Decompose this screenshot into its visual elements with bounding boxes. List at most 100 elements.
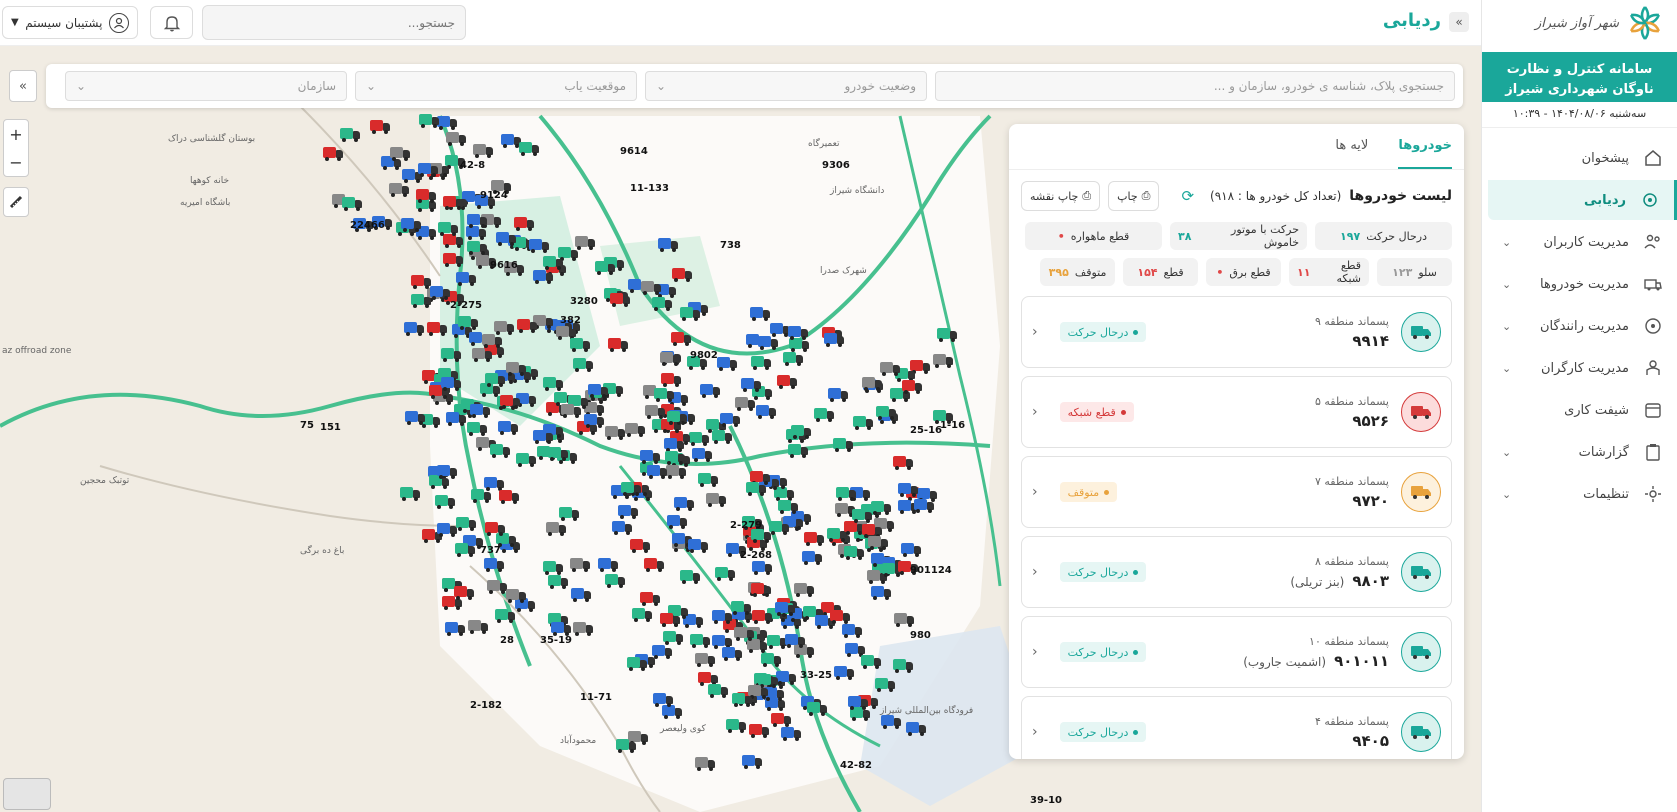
truck-marker[interactable]	[769, 521, 789, 535]
collapse-filter-button[interactable]: «	[9, 70, 37, 102]
truck-marker[interactable]	[747, 639, 767, 653]
truck-marker[interactable]	[734, 627, 754, 641]
truck-marker[interactable]	[401, 218, 421, 232]
truck-marker[interactable]	[487, 580, 507, 594]
truck-marker[interactable]	[871, 501, 891, 515]
vehicle-card[interactable]: پسماند منطقه ۴ ۹۴۰۵ درحال حرکت ‹	[1021, 696, 1452, 759]
truck-marker[interactable]	[443, 196, 463, 210]
truck-marker[interactable]	[751, 356, 771, 370]
truck-marker[interactable]	[501, 134, 521, 148]
truck-marker[interactable]	[804, 532, 824, 546]
truck-marker[interactable]	[632, 608, 652, 622]
chevron-left-icon[interactable]: ‹	[1032, 404, 1038, 420]
truck-marker[interactable]	[732, 693, 752, 707]
truck-marker[interactable]	[514, 217, 534, 231]
truck-marker[interactable]	[430, 286, 450, 300]
vehicle-card[interactable]: پسماند منطقه ۹ ۹۹۱۴ درحال حرکت ‹	[1021, 296, 1452, 368]
truck-marker[interactable]	[548, 447, 568, 461]
truck-marker[interactable]	[498, 421, 518, 435]
truck-marker[interactable]	[660, 352, 680, 366]
truck-marker[interactable]	[802, 551, 822, 565]
chevron-left-icon[interactable]: ‹	[1032, 724, 1038, 740]
truck-marker[interactable]	[695, 653, 715, 667]
truck-marker[interactable]	[914, 499, 934, 513]
truck-marker[interactable]	[834, 666, 854, 680]
truck-marker[interactable]	[875, 678, 895, 692]
status-chip[interactable]: قطع ۱۵۴	[1123, 258, 1198, 286]
truck-marker[interactable]	[494, 321, 514, 335]
truck-marker[interactable]	[519, 142, 539, 156]
truck-marker[interactable]	[842, 624, 862, 638]
truck-marker[interactable]	[533, 270, 553, 284]
truck-marker[interactable]	[454, 586, 474, 600]
truck-marker[interactable]	[761, 653, 781, 667]
truck-marker[interactable]	[791, 425, 811, 439]
chevron-left-icon[interactable]: ‹	[1032, 564, 1038, 580]
truck-marker[interactable]	[690, 634, 710, 648]
truck-marker[interactable]	[749, 724, 769, 738]
vehicle-card[interactable]: پسماند منطقه ۱۰ ۹۰۱۰۱۱ (اشمیت جاروب) درحال …	[1021, 616, 1452, 688]
truck-marker[interactable]	[455, 543, 475, 557]
truck-marker[interactable]	[778, 500, 798, 514]
truck-marker[interactable]	[630, 539, 650, 553]
truck-marker[interactable]	[570, 558, 590, 572]
truck-marker[interactable]	[660, 613, 680, 627]
zoom-in-button[interactable]: +	[3, 120, 29, 148]
minimap[interactable]	[3, 778, 51, 810]
truck-marker[interactable]	[571, 588, 591, 602]
truck-marker[interactable]	[458, 316, 478, 330]
truck-marker[interactable]	[499, 490, 519, 504]
truck-marker[interactable]	[627, 657, 647, 671]
truck-marker[interactable]	[665, 451, 685, 465]
sidebar-item-1[interactable]: ردیابی	[1488, 180, 1677, 220]
notification-button[interactable]	[150, 6, 193, 39]
truck-marker[interactable]	[561, 404, 581, 418]
truck-marker[interactable]	[608, 338, 628, 352]
truck-marker[interactable]	[752, 561, 772, 575]
truck-marker[interactable]	[689, 432, 709, 446]
truck-marker[interactable]	[543, 377, 563, 391]
global-search-input[interactable]	[202, 5, 466, 40]
truck-marker[interactable]	[389, 183, 409, 197]
truck-marker[interactable]	[400, 487, 420, 501]
truck-marker[interactable]	[871, 586, 891, 600]
ruler-icon[interactable]	[3, 188, 29, 216]
truck-marker[interactable]	[640, 592, 660, 606]
truck-marker[interactable]	[667, 411, 687, 425]
truck-marker[interactable]	[411, 294, 431, 308]
truck-marker[interactable]	[456, 272, 476, 286]
truck-marker[interactable]	[741, 378, 761, 392]
truck-marker[interactable]	[674, 497, 694, 511]
vehicle-card[interactable]: پسماند منطقه ۷ ۹۷۲۰ متوقف ‹	[1021, 456, 1452, 528]
truck-marker[interactable]	[323, 147, 343, 161]
status-chip[interactable]: متوقف ۳۹۵	[1040, 258, 1115, 286]
truck-marker[interactable]	[575, 236, 595, 250]
truck-marker[interactable]	[751, 529, 771, 543]
truck-marker[interactable]	[901, 543, 921, 557]
truck-marker[interactable]	[781, 727, 801, 741]
status-chip[interactable]: سلو ۱۲۳	[1377, 258, 1452, 286]
truck-marker[interactable]	[852, 509, 872, 523]
truck-marker[interactable]	[844, 521, 864, 535]
truck-marker[interactable]	[456, 517, 476, 531]
truck-marker[interactable]	[862, 377, 882, 391]
truck-marker[interactable]	[828, 388, 848, 402]
print-map-button[interactable]: ⎙ چاپ نقشه	[1021, 181, 1101, 211]
truck-marker[interactable]	[672, 268, 692, 282]
truck-marker[interactable]	[559, 507, 579, 521]
truck-marker[interactable]	[443, 234, 463, 248]
truck-marker[interactable]	[824, 333, 844, 347]
truck-marker[interactable]	[405, 411, 425, 425]
truck-marker[interactable]	[370, 120, 390, 134]
truck-marker[interactable]	[722, 647, 742, 661]
truck-marker[interactable]	[833, 438, 853, 452]
truck-marker[interactable]	[468, 620, 488, 634]
tab-vehicles[interactable]: خودروها	[1398, 138, 1452, 169]
truck-marker[interactable]	[438, 222, 458, 236]
truck-marker[interactable]	[467, 241, 487, 255]
truck-marker[interactable]	[893, 659, 913, 673]
sidebar-item-6[interactable]: شیفت کاری	[1488, 390, 1677, 430]
truck-marker[interactable]	[404, 322, 424, 336]
truck-marker[interactable]	[667, 515, 687, 529]
truck-marker[interactable]	[473, 144, 493, 158]
